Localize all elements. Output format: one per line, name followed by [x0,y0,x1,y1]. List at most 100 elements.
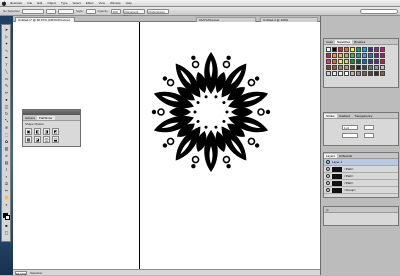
visibility-eye-icon[interactable] [326,167,330,171]
color-swatch[interactable] [356,59,361,64]
color-swatch[interactable] [368,59,373,64]
color-swatch[interactable] [338,53,343,58]
blend-tool-icon[interactable]: ◐ [3,174,10,179]
miter-field[interactable] [342,133,358,138]
color-mode-icon[interactable]: ■ [3,223,10,228]
visibility-eye-icon[interactable] [326,174,330,178]
color-swatch[interactable] [332,65,337,70]
color-swatch[interactable] [338,71,343,76]
color-swatch[interactable] [374,65,379,70]
color-swatch[interactable] [380,71,385,76]
stroke-weight-field[interactable]: 1 pt [342,125,358,130]
zoom-tool-icon[interactable]: ⌕ [3,202,10,207]
color-swatch[interactable] [332,71,337,76]
color-swatch[interactable] [350,53,355,58]
menu-item-app[interactable]: Illustrator [10,1,22,5]
color-swatch[interactable] [380,53,385,58]
color-swatch[interactable] [374,53,379,58]
mesh-tool-icon[interactable]: # [3,153,10,158]
eyedropper-icon[interactable]: ⌇ [3,167,10,172]
scissors-icon[interactable]: ✂ [3,188,10,193]
eraser-icon[interactable]: ◫ [3,104,10,109]
layer-row[interactable]: <Path> [324,173,398,180]
free-transform-icon[interactable]: ⬚ [3,132,10,137]
layer-row[interactable]: <Path> [324,180,398,187]
color-swatch[interactable] [350,59,355,64]
menu-item-file[interactable]: File [27,1,32,5]
hand-tool-icon[interactable]: ✋ [3,195,10,200]
color-swatch[interactable] [380,59,385,64]
menu-item-select[interactable]: Select [73,1,81,5]
color-swatch[interactable] [338,59,343,64]
color-swatch[interactable] [344,47,349,52]
visibility-eye-icon[interactable] [326,160,330,164]
mandala-artwork[interactable] [148,49,274,175]
style-dropdown[interactable] [85,8,96,14]
selection-tool-icon[interactable]: ➤ [3,27,10,32]
layer-row[interactable]: <Path> [324,166,398,173]
color-swatch[interactable] [326,65,331,70]
align-field[interactable] [364,133,374,138]
color-swatch[interactable] [368,71,373,76]
divide-button-icon[interactable]: ▦ [25,136,32,143]
merge-button-icon[interactable]: ◫ [43,136,50,143]
color-swatch[interactable] [374,71,379,76]
menu-item-window[interactable]: Window [110,1,121,5]
screen-mode-icon[interactable]: ▢ [3,230,10,235]
color-swatch[interactable] [362,71,367,76]
pencil-icon[interactable]: ✏ [3,90,10,95]
color-swatch[interactable] [344,59,349,64]
warp-tool-icon[interactable]: ≋ [3,125,10,130]
color-swatch[interactable] [368,47,373,52]
tab-actions[interactable]: Actions [23,116,37,120]
color-swatch[interactable] [350,47,355,52]
menu-item-help[interactable]: Help [126,1,132,5]
pen-tool-icon[interactable]: ✒ [3,55,10,60]
scale-tool-icon[interactable]: ⤡ [3,118,10,123]
type-tool-icon[interactable]: T [3,62,10,67]
color-swatch[interactable] [350,71,355,76]
color-swatch[interactable] [362,65,367,70]
fill-dropdown[interactable] [22,8,45,14]
rotate-tool-icon[interactable]: ↻ [3,111,10,116]
tab-pathfinder[interactable]: Pathfinder [36,115,55,120]
gradient-tool-icon[interactable]: ▤ [3,160,10,165]
menu-item-edit[interactable]: Edit [37,1,42,5]
fill-stroke-swatch-icon[interactable] [3,213,10,220]
tab-stroke[interactable]: Stroke [324,113,337,118]
cap-field[interactable] [364,125,374,130]
color-swatch[interactable] [368,65,373,70]
color-swatch[interactable] [338,65,343,70]
crop-button-icon[interactable]: ⬓ [52,136,59,143]
color-swatch[interactable] [362,53,367,58]
line-tool-icon[interactable]: ╲ [3,69,10,74]
color-swatch[interactable] [326,59,331,64]
tab-color[interactable]: Color [324,40,335,44]
preferences-button[interactable]: Preferences [146,8,169,14]
tab-brushes[interactable]: Brushes [352,40,367,44]
layer-row[interactable]: Layer 1 [324,159,398,166]
document-setup-button[interactable]: Document Setup [122,8,145,18]
color-swatch[interactable] [368,53,373,58]
stroke-dropdown[interactable] [46,8,57,14]
visibility-eye-icon[interactable] [326,188,330,192]
tab-gradient[interactable]: Gradient [337,114,353,118]
tab-artboards[interactable]: Artboards [337,154,354,158]
paintbrush-icon[interactable]: ✎ [3,83,10,88]
color-swatch[interactable] [362,47,367,52]
color-swatch[interactable] [332,53,337,58]
apple-icon[interactable] [2,0,6,6]
color-swatch[interactable] [344,71,349,76]
color-swatch[interactable] [326,47,331,52]
layer-row[interactable]: <Group> [324,187,398,194]
color-swatch[interactable] [356,53,361,58]
magic-wand-icon[interactable]: ✦ [3,41,10,46]
menu-item-effect[interactable]: Effect [86,1,94,5]
color-swatch[interactable] [356,47,361,52]
color-swatch[interactable] [380,65,385,70]
trim-button-icon[interactable]: ◪ [34,136,41,143]
color-swatch[interactable] [374,59,379,64]
zoom-field[interactable]: 66.67% [15,270,27,276]
color-swatch[interactable] [356,71,361,76]
tab-swatches[interactable]: Swatches [335,39,353,44]
